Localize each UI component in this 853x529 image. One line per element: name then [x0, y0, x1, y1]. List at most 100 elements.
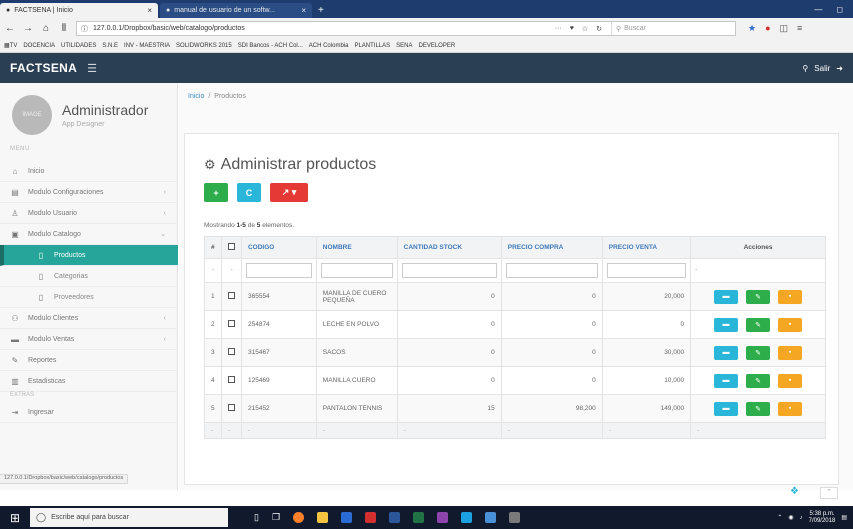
view-button[interactable]: ▬	[714, 289, 739, 304]
bookmark-item[interactable]: UTILIDADES	[61, 43, 96, 49]
bookmark-item[interactable]: ACH Colombia	[309, 43, 349, 49]
delete-button[interactable]: ▪	[778, 401, 803, 416]
edit-button[interactable]: ✎	[746, 317, 771, 332]
sidebar-item-reportes[interactable]: ✎ Reportes	[0, 350, 178, 371]
back-icon[interactable]: ←	[4, 23, 16, 34]
edit-button[interactable]: ✎	[746, 345, 771, 360]
delete-button[interactable]: ▪	[778, 373, 803, 388]
app-icon[interactable]	[437, 512, 449, 523]
scroll-up-icon[interactable]: ⌃	[820, 487, 838, 499]
sidebar-icon[interactable]: ◫	[780, 23, 789, 34]
minimize-icon[interactable]: —	[814, 5, 822, 14]
explorer-icon[interactable]	[317, 512, 329, 523]
close-tab-icon[interactable]: ×	[301, 6, 306, 15]
bookmark-item[interactable]: PLANTILLAS	[354, 43, 390, 49]
sidebar-item-inicio[interactable]: ⌂ Inicio	[0, 161, 178, 182]
bookmark-item[interactable]: INV - MAESTRIA	[124, 43, 170, 49]
export-dropdown-button[interactable]: ↗ ▾	[270, 183, 308, 202]
view-button[interactable]: ▬	[714, 373, 739, 388]
menu-icon[interactable]: ≡	[797, 23, 802, 34]
browser-tab[interactable]: ● manual de usuario de un softw... ×	[160, 3, 312, 18]
column-header-venta[interactable]: PRECIO VENTA	[601, 236, 692, 259]
column-header-compra[interactable]: PRECIO COMPRA	[500, 236, 603, 259]
app-icon[interactable]	[341, 512, 353, 523]
sidebar-item-estadisticas[interactable]: ▥ Estadisticas	[0, 371, 178, 392]
bookmark-item[interactable]: SENA	[396, 43, 412, 49]
pocket-icon[interactable]: ♥	[570, 25, 574, 33]
search-icon[interactable]: ⚲	[802, 64, 808, 73]
library-icon[interactable]: ⫴	[58, 23, 70, 34]
refresh-button[interactable]: C	[237, 183, 261, 202]
bookmark-item[interactable]: SOLIDWORKS 2015	[176, 43, 232, 49]
row-checkbox[interactable]	[220, 366, 242, 395]
sidebar-item-categorias[interactable]: ▯ Categorias	[0, 266, 178, 287]
tv-icon[interactable]: ▦TV	[4, 42, 17, 49]
word-icon[interactable]	[389, 512, 401, 523]
menu-toggle-icon[interactable]: ☰	[87, 62, 97, 75]
column-header-stock[interactable]: CANTIDAD STOCK	[396, 236, 502, 259]
brand-logo[interactable]: FACTSENA	[10, 61, 77, 75]
forward-icon[interactable]: →	[22, 23, 34, 34]
new-tab-icon[interactable]: +	[318, 3, 324, 18]
volume-icon[interactable]: ♪	[800, 515, 803, 521]
column-header-nombre[interactable]: NOMBRE	[315, 236, 398, 259]
view-button[interactable]: ▬	[714, 317, 739, 332]
logout-button[interactable]: Salir	[814, 64, 830, 73]
sidebar-item-clientes[interactable]: ⚇ Modulo Clientes ‹	[0, 308, 178, 329]
task-view-icon[interactable]: ❐	[272, 512, 280, 523]
logout-icon[interactable]: ➜	[836, 64, 843, 73]
sidebar-item-configuraciones[interactable]: ▤ Modulo Configuraciones ‹	[0, 182, 178, 203]
firefox-icon[interactable]	[293, 512, 305, 523]
address-bar[interactable]: ⓘ 127.0.0.1/Dropbox/basic/web/catalogo/p…	[76, 21, 736, 36]
excel-icon[interactable]	[413, 512, 425, 523]
tray-icon[interactable]: ⌃	[777, 514, 782, 521]
app-icon[interactable]	[461, 512, 473, 523]
windows-start-icon[interactable]: ⊞	[0, 506, 30, 529]
edit-button[interactable]: ✎	[746, 401, 771, 416]
network-icon[interactable]: ◉	[788, 514, 793, 521]
view-button[interactable]: ▬	[714, 345, 739, 360]
app-icon[interactable]	[365, 512, 377, 523]
notifications-icon[interactable]: ▤	[841, 514, 847, 521]
delete-button[interactable]: ▪	[778, 317, 803, 332]
taskbar-search[interactable]: ◯ Escribe aquí para buscar	[30, 508, 228, 527]
sidebar-item-proveedores[interactable]: ▯ Proveedores	[0, 287, 178, 308]
select-all-checkbox[interactable]	[220, 236, 242, 259]
bookmark-item[interactable]: DEVELOPER	[418, 43, 455, 49]
extension-icon[interactable]: ●	[765, 23, 770, 34]
view-button[interactable]: ▬	[714, 401, 739, 416]
filter-compra-input[interactable]	[505, 263, 598, 278]
bookmark-star-icon[interactable]: ★	[748, 23, 756, 34]
sidebar-item-productos[interactable]: ▯ Productos	[0, 245, 178, 266]
reload-icon[interactable]: ↻	[596, 25, 602, 33]
browser-tab-active[interactable]: ● FACTSENA | Inicio ×	[0, 3, 158, 18]
row-checkbox[interactable]	[220, 394, 242, 423]
home-icon[interactable]: ⌂	[40, 23, 52, 34]
filter-stock-input[interactable]	[401, 263, 497, 278]
clock[interactable]: 5:38 p.m. 7/09/2018	[809, 511, 836, 525]
row-checkbox[interactable]	[220, 282, 242, 311]
more-icon[interactable]: ···	[555, 25, 562, 33]
bookmark-item[interactable]: S.N.E	[102, 43, 118, 49]
add-product-button[interactable]: +	[204, 183, 228, 202]
filter-venta-input[interactable]	[606, 263, 687, 278]
app-icon[interactable]	[509, 512, 521, 523]
star-icon[interactable]: ☆	[582, 25, 588, 33]
delete-button[interactable]: ▪	[778, 345, 803, 360]
sidebar-item-usuario[interactable]: ♙ Modulo Usuario ‹	[0, 203, 178, 224]
edit-button[interactable]: ✎	[746, 373, 771, 388]
row-checkbox[interactable]	[220, 310, 242, 339]
search-field[interactable]: ⚲ Buscar	[611, 22, 731, 35]
app-icon[interactable]	[485, 512, 497, 523]
row-checkbox[interactable]	[220, 338, 242, 367]
mic-icon[interactable]: ▯	[254, 512, 259, 523]
filter-nombre-input[interactable]	[320, 263, 393, 278]
column-header-codigo[interactable]: CODIGO	[240, 236, 317, 259]
maximize-icon[interactable]: ◻	[836, 5, 843, 14]
delete-button[interactable]: ▪	[778, 289, 803, 304]
bookmark-item[interactable]: DOCENCIA	[23, 43, 55, 49]
bookmark-item[interactable]: SDI Bancos - ACH Col...	[238, 43, 303, 49]
breadcrumb-home[interactable]: Inicio	[188, 93, 204, 100]
sidebar-item-ingresar[interactable]: ⇥ Ingresar	[0, 402, 178, 423]
close-tab-icon[interactable]: ×	[147, 6, 152, 15]
